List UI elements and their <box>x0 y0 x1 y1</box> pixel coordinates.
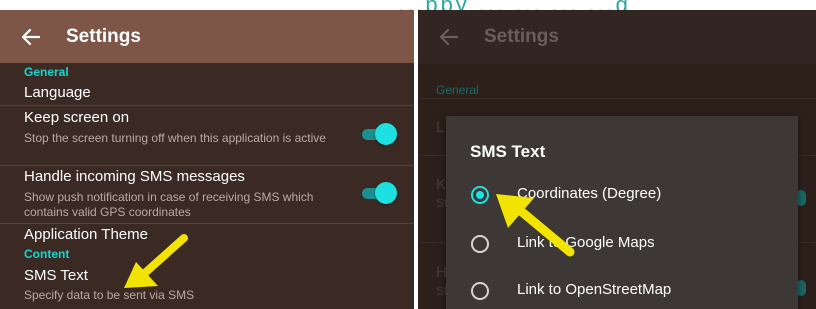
switch-thumb <box>375 182 397 204</box>
radio-button-selected[interactable] <box>471 186 489 204</box>
annotation-arrow-icon <box>124 234 188 288</box>
option-link-openstreetmap[interactable]: Link to OpenStreetMap <box>446 274 798 309</box>
divider <box>418 98 816 99</box>
app-bar: Settings <box>418 10 816 63</box>
app-bar: Settings <box>0 10 414 63</box>
background-text: K <box>436 176 447 193</box>
dialog-title: SMS Text <box>470 142 546 161</box>
handle-sms-switch[interactable] <box>362 181 397 205</box>
pref-title: Handle incoming SMS messages <box>24 168 245 185</box>
pref-title: SMS Text <box>24 267 88 284</box>
pref-title: Keep screen on <box>24 109 130 126</box>
page-title: Settings <box>484 25 559 47</box>
divider <box>0 223 414 224</box>
pref-application-theme[interactable]: Application Theme <box>0 225 414 247</box>
category-general: General <box>24 65 69 79</box>
pref-summary: Stop the screen turning off when this ap… <box>24 131 326 145</box>
pref-sms-text[interactable]: SMS Text Specify data to be sent via SMS <box>0 264 414 309</box>
top-caption: ...ppy ... ... ... ...g <box>398 0 816 10</box>
annotation-arrow-icon <box>496 194 575 257</box>
category-content: Content <box>24 247 70 261</box>
page-title: Settings <box>66 25 141 47</box>
pref-summary: Show push notification in case of receiv… <box>24 190 314 219</box>
divider <box>0 165 414 166</box>
arrow-left-icon <box>440 28 462 45</box>
background-text: L <box>436 119 445 136</box>
switch-thumb <box>375 123 397 145</box>
pref-keep-screen-on[interactable]: Keep screen on Stop the screen turning o… <box>0 108 414 164</box>
radio-button[interactable] <box>471 282 489 300</box>
keep-screen-on-switch[interactable] <box>362 122 397 146</box>
radio-button[interactable] <box>471 235 489 253</box>
settings-screen: Settings General Language Keep screen on… <box>0 10 414 309</box>
pref-handle-sms[interactable]: Handle incoming SMS messages Show push n… <box>0 167 414 223</box>
pref-title: Language <box>24 84 91 101</box>
settings-screen-dimmed: Settings General L K St H Sl SMS Text Co… <box>418 10 816 309</box>
category-general: General <box>436 83 479 97</box>
arrow-left-icon[interactable] <box>22 28 44 45</box>
divider <box>0 105 414 106</box>
option-label: Link to OpenStreetMap <box>517 281 672 298</box>
